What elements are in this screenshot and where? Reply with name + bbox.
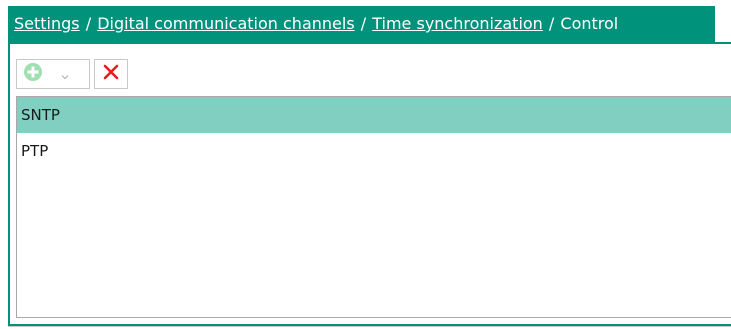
breadcrumb-digital-communication-channels[interactable]: Digital communication channels [97,14,354,33]
control-panel: Settings / Digital communication channel… [0,0,731,329]
protocol-list: SNTP PTP [16,96,731,318]
toolbar [16,58,128,90]
list-item-sntp[interactable]: SNTP [17,97,731,133]
delete-button[interactable] [94,59,128,89]
breadcrumb-separator: / [548,14,555,33]
divider [8,326,731,327]
breadcrumb-time-synchronization[interactable]: Time synchronization [372,14,543,33]
breadcrumb-separator: / [360,14,367,33]
breadcrumb: Settings / Digital communication channel… [8,6,715,42]
chevron-down-icon[interactable] [61,65,69,84]
breadcrumb-settings[interactable]: Settings [14,14,80,33]
content-frame: SNTP PTP [8,42,731,326]
list-item-ptp[interactable]: PTP [17,133,731,169]
breadcrumb-separator: / [85,14,92,33]
close-x-icon [102,63,120,85]
add-circle-icon [23,62,43,86]
add-button[interactable] [16,59,90,89]
breadcrumb-current-control: Control [560,14,619,33]
